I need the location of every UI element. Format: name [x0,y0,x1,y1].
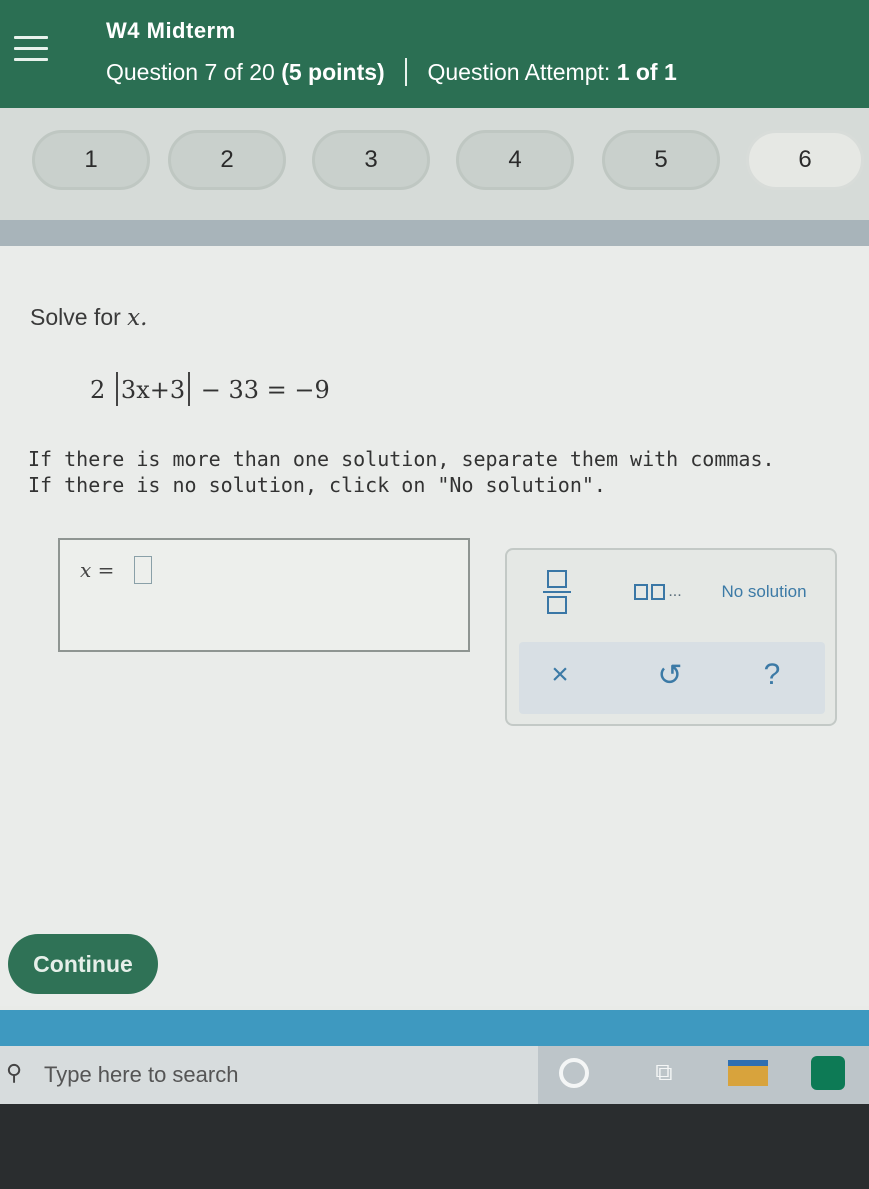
question-navigator: 1 2 3 4 5 6 [0,108,869,220]
question-points: (5 points) [281,59,385,85]
app-header: W4 Midterm Question 7 of 20 (5 points) Q… [0,0,869,108]
continue-button[interactable]: Continue [8,934,158,994]
list-box-icon [634,584,649,600]
abs-bar-left [115,372,118,406]
instruction-line-1: If there is more than one solution, sepa… [28,447,775,471]
progress-strip [0,220,869,246]
instructions: If there is more than one solution, sepa… [28,446,775,498]
question-nav-6[interactable]: 6 [746,130,864,190]
question-nav-3[interactable]: 3 [312,130,430,190]
search-placeholder: Type here to search [44,1062,239,1087]
divider [405,58,408,86]
course-title: W4 Midterm [106,18,236,43]
question-label: Question 7 of 20 [106,59,275,85]
equation-tail: − 33 = −9 [200,376,330,404]
question-nav-2[interactable]: 2 [168,130,286,190]
list-ellipsis: ... [668,583,682,600]
numerator-box-icon [547,570,567,588]
list-button[interactable]: ... [625,572,691,612]
denominator-box-icon [547,596,567,614]
os-taskbar: ⚲ Type here to search ⧉ [0,1046,869,1189]
fraction-button[interactable] [537,564,577,620]
question-nav-1[interactable]: 1 [32,130,150,190]
menu-icon[interactable] [14,36,48,64]
question-nav-4[interactable]: 4 [456,130,574,190]
question-prompt: Solve for x. [30,304,147,331]
search-icon: ⚲ [6,1060,23,1085]
no-solution-button[interactable]: No solution [719,566,809,618]
clear-button[interactable]: × [537,650,583,700]
question-nav-5[interactable]: 5 [602,130,720,190]
taskbar-search[interactable]: ⚲ Type here to search [0,1046,538,1104]
attempt-value: 1 of 1 [616,59,677,85]
task-view-icon[interactable]: ⧉ [638,1050,690,1096]
prompt-variable: x. [127,305,148,331]
file-explorer-icon[interactable] [722,1050,774,1096]
equation: 2 3x+3 − 33 = −9 [90,372,330,406]
equation-abs-content: 3x+3 [120,376,186,404]
answer-input[interactable] [134,556,152,584]
abs-bar-right [188,372,191,406]
page-bottom-strip [0,1010,869,1046]
fraction-bar-icon [543,591,571,593]
question-content: Solve for x. 2 3x+3 − 33 = −9 If there i… [0,246,869,1006]
store-icon[interactable] [802,1050,854,1096]
attempt-label: Question Attempt: [427,59,611,85]
list-box-icon [651,584,666,600]
help-button[interactable]: ? [749,650,795,700]
answer-box: x = [58,538,470,652]
prompt-text: Solve for [30,304,128,330]
question-status: Question 7 of 20 (5 points) Question Att… [106,58,677,86]
math-palette: ... No solution × ↺ ? [505,548,837,726]
taskbar-shadow [0,1104,869,1189]
answer-label: x = [80,558,115,582]
instruction-line-2: If there is no solution, click on "No so… [28,473,606,497]
cortana-icon[interactable] [548,1050,600,1096]
equation-lead: 2 [90,376,106,404]
undo-button[interactable]: ↺ [647,650,693,700]
